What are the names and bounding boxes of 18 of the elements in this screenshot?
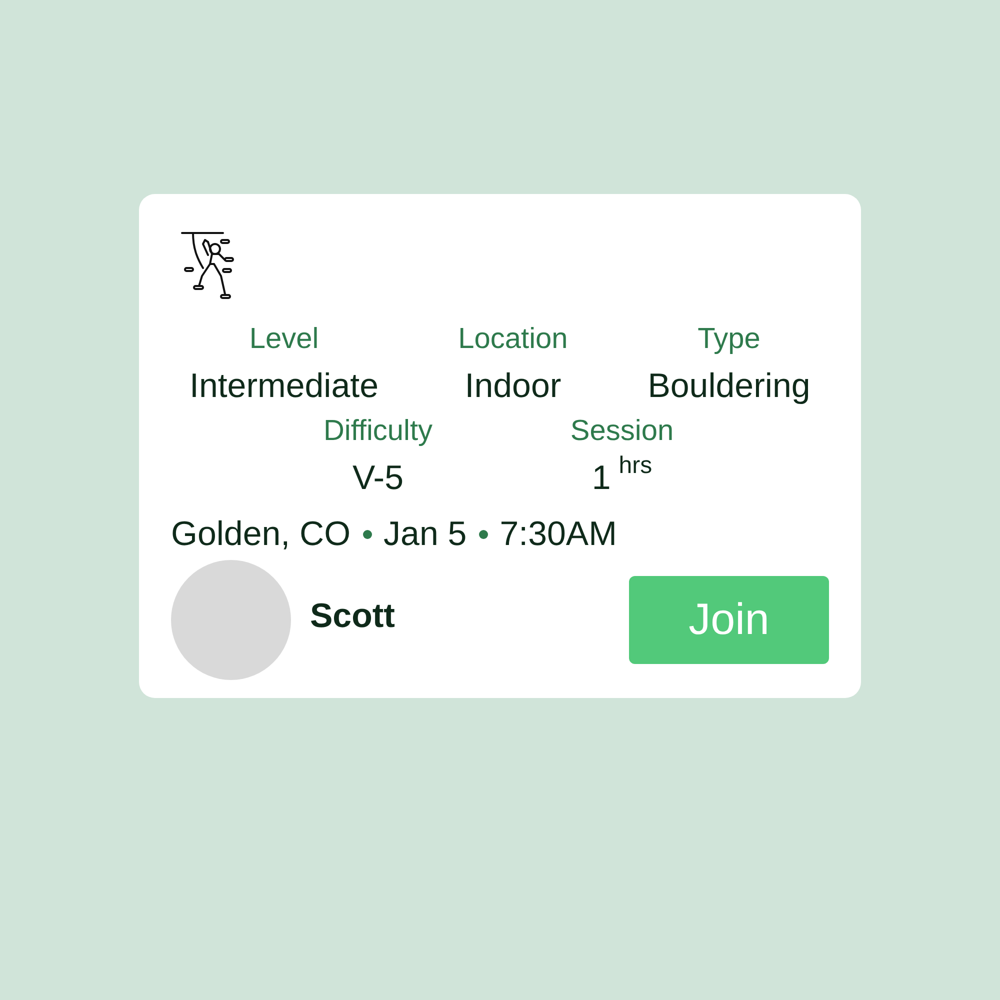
stat-label: Session — [570, 414, 674, 448]
join-button[interactable]: Join — [629, 576, 829, 664]
separator-dot-icon — [478, 530, 488, 538]
stat-label: Type — [698, 322, 760, 356]
unit-label: hrs — [618, 452, 652, 480]
host-name: Scott — [310, 596, 395, 636]
stat-value: 1 — [592, 458, 611, 499]
stat-value: Intermediate — [190, 366, 378, 407]
detail-text: Jan 5 — [384, 514, 467, 554]
detail-text: 7:30AM — [500, 514, 617, 554]
stat-label: Difficulty — [323, 414, 433, 448]
stat-label: Location — [458, 322, 568, 356]
detail-text: Golden, CO — [171, 514, 351, 554]
stat-value: Bouldering — [648, 366, 810, 407]
stat-value: V-5 — [352, 458, 404, 499]
stat-label: Level — [249, 322, 319, 356]
separator-dot-icon — [362, 530, 372, 538]
stat-value: Indoor — [464, 366, 562, 407]
